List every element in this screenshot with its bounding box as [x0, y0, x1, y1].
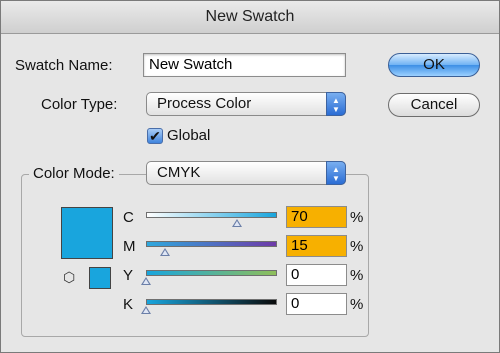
channel-m-label: M	[123, 238, 136, 255]
channel-c-slider[interactable]	[146, 212, 277, 218]
channel-c-unit: %	[350, 209, 364, 226]
checkmark-icon: ✔	[149, 128, 161, 144]
channel-c-label: C	[123, 209, 134, 226]
channel-m-thumb[interactable]	[160, 248, 170, 256]
channel-k-unit: %	[350, 296, 364, 313]
updown-arrows-icon: ▲ ▼	[326, 161, 346, 185]
color-mode-label: Color Mode:	[29, 165, 119, 182]
cancel-button[interactable]: Cancel	[388, 93, 480, 117]
channel-k-slider[interactable]	[146, 299, 277, 305]
channel-m-slider[interactable]	[146, 241, 277, 247]
channel-y-thumb[interactable]	[141, 277, 151, 285]
global-checkbox[interactable]: ✔	[147, 128, 163, 144]
channel-m-value[interactable]: 15	[286, 235, 347, 257]
color-mode-popup[interactable]: CMYK ▲ ▼	[146, 161, 346, 185]
color-type-value: Process Color	[157, 95, 252, 112]
cube-icon[interactable]: ⬡	[63, 269, 75, 286]
channel-y-label: Y	[123, 267, 134, 284]
swatch-name-label: Swatch Name:	[15, 57, 113, 74]
color-type-popup[interactable]: Process Color ▲ ▼	[146, 92, 346, 116]
channel-k-value[interactable]: 0	[286, 293, 347, 315]
channel-c-thumb[interactable]	[232, 219, 242, 227]
global-label: Global	[167, 127, 211, 144]
color-preview-swatch	[61, 207, 113, 259]
updown-arrows-icon: ▲ ▼	[326, 92, 346, 116]
channel-c-value[interactable]: 70	[286, 206, 347, 228]
dialog-title: New Swatch	[1, 1, 499, 34]
color-type-label: Color Type:	[41, 96, 118, 113]
channel-k-label: K	[123, 296, 134, 313]
channel-m-unit: %	[350, 238, 364, 255]
channel-k-thumb[interactable]	[141, 306, 151, 314]
new-swatch-dialog: New Swatch Swatch Name: New Swatch Color…	[0, 0, 500, 353]
ok-button[interactable]: OK	[388, 53, 480, 77]
gamut-swatch[interactable]	[89, 267, 111, 289]
channel-y-slider[interactable]	[146, 270, 277, 276]
swatch-name-input[interactable]: New Swatch	[143, 53, 346, 77]
color-mode-value: CMYK	[157, 164, 201, 181]
channel-y-unit: %	[350, 267, 364, 284]
channel-y-value[interactable]: 0	[286, 264, 347, 286]
